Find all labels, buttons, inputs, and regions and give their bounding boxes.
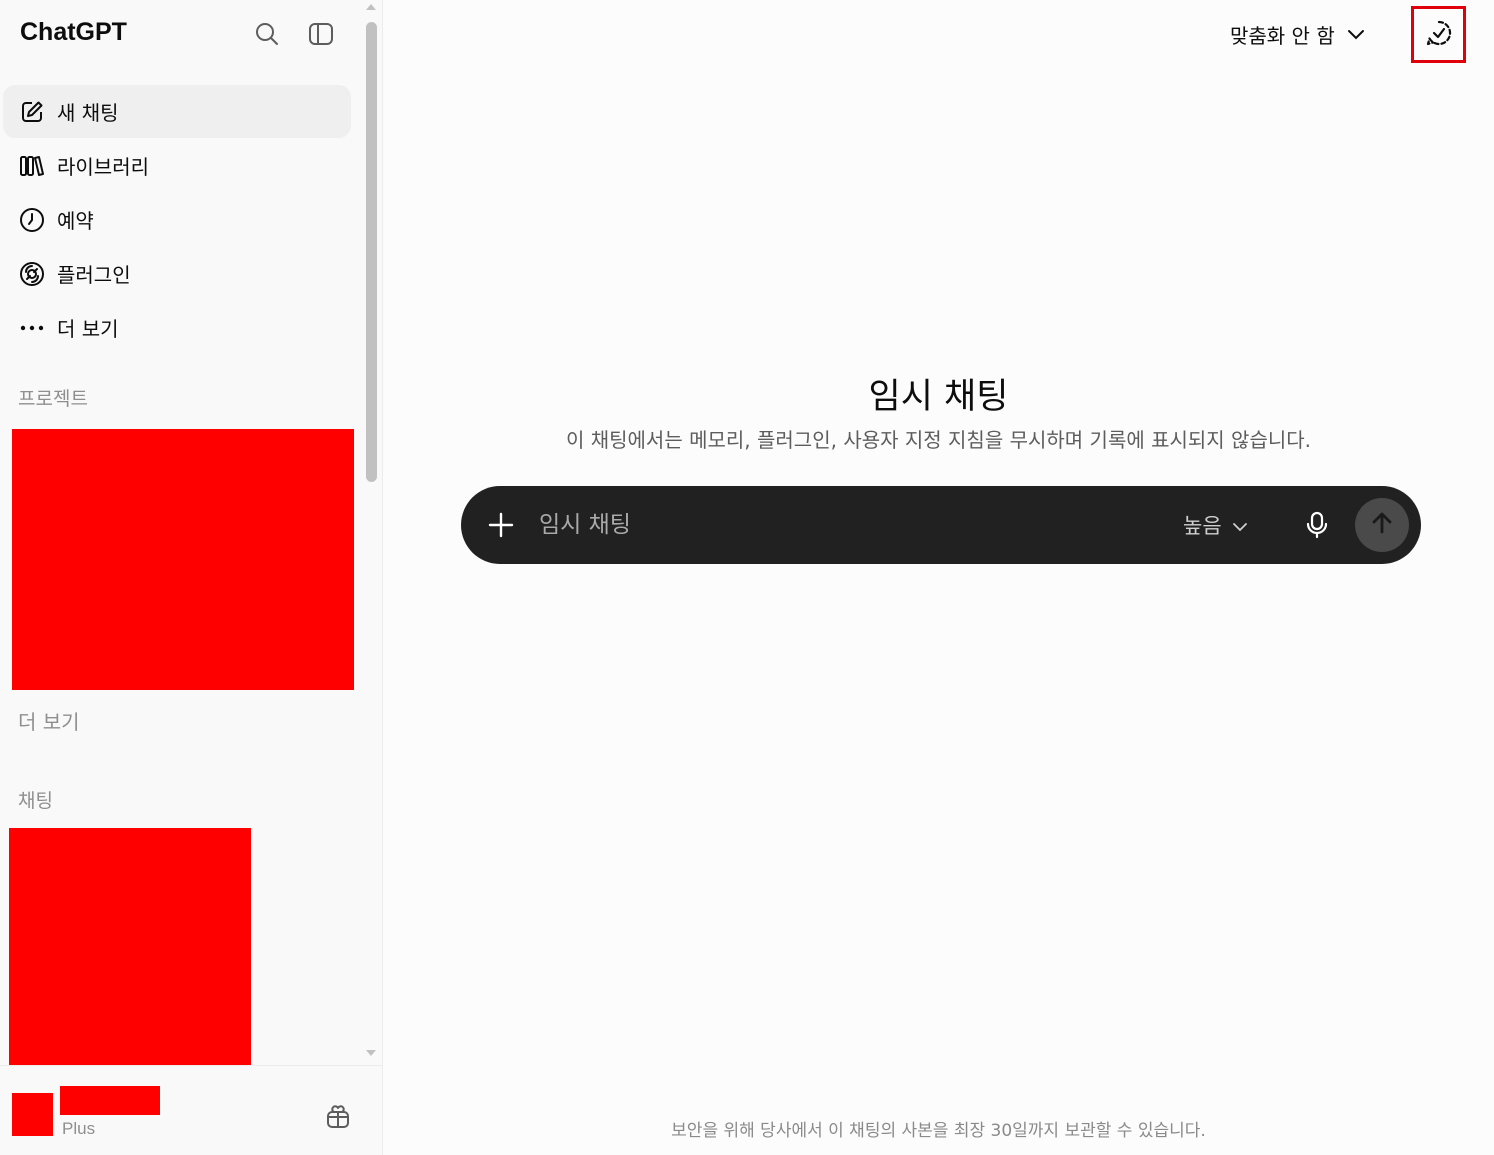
more-dots-icon — [19, 315, 45, 341]
temporary-chat-button[interactable] — [1411, 6, 1466, 63]
sidebar-item-label: 예약 — [57, 209, 94, 233]
scroll-down-arrow-icon[interactable] — [364, 1048, 378, 1058]
plan-badge: Plus — [62, 1119, 96, 1138]
avatar[interactable] — [12, 1093, 53, 1136]
footer-disclaimer: 보안을 위해 당사에서 이 채팅의 사본을 최장 30일까지 보관할 수 있습니… — [671, 1121, 1206, 1141]
sidebar-item-plugins[interactable]: 플러그인 — [3, 247, 351, 300]
chats-section-label: 채팅 — [18, 790, 53, 812]
page-title: 임시 채팅 — [868, 377, 1009, 417]
sidebar-item-scheduled[interactable]: 예약 — [3, 193, 351, 246]
chevron-down-icon — [1232, 513, 1248, 537]
effort-label: 높음 — [1183, 514, 1222, 538]
redacted-projects-list — [12, 429, 354, 690]
projects-more-link[interactable]: 더 보기 — [18, 706, 80, 735]
model-selector[interactable]: 맞춤화 안 함 — [1222, 14, 1373, 54]
sidebar-item-label: 라이브러리 — [57, 155, 149, 179]
sidebar-item-new-chat[interactable]: 새 채팅 — [3, 85, 351, 138]
sidebar: ChatGPT 새 채팅 라이브러리 예약 플러그인 더 보기 프로젝트 더 보… — [0, 0, 383, 1155]
microphone-icon[interactable] — [1299, 507, 1335, 543]
sidebar-item-library[interactable]: 라이브러리 — [3, 139, 351, 192]
sidebar-item-label: 더 보기 — [57, 317, 119, 341]
redacted-chat-history — [9, 828, 251, 1070]
arrow-up-icon — [1371, 511, 1393, 539]
sidebar-item-label: 새 채팅 — [57, 101, 119, 125]
plus-icon[interactable] — [483, 507, 519, 543]
brand-title[interactable]: ChatGPT — [20, 18, 127, 47]
scroll-up-arrow-icon[interactable] — [364, 2, 378, 12]
gift-icon[interactable] — [322, 1101, 354, 1133]
page-subtitle: 이 채팅에서는 메모리, 플러그인, 사용자 지정 지침을 무시하며 기록에 표… — [565, 428, 1312, 452]
redacted-username — [60, 1086, 160, 1115]
chat-input[interactable] — [539, 502, 1159, 548]
reasoning-effort-selector[interactable]: 높음 — [1183, 507, 1248, 543]
plugin-icon — [19, 261, 45, 287]
clock-icon — [19, 207, 45, 233]
projects-section-label: 프로젝트 — [18, 388, 88, 410]
edit-icon — [19, 99, 45, 125]
chevron-down-icon — [1347, 22, 1365, 46]
sidebar-item-label: 플러그인 — [57, 263, 131, 287]
sidebar-toggle-icon[interactable] — [305, 18, 337, 50]
sidebar-item-more[interactable]: 더 보기 — [3, 301, 351, 354]
scrollbar-thumb[interactable] — [366, 22, 377, 482]
model-label: 맞춤화 안 함 — [1230, 23, 1335, 48]
composer: 높음 — [461, 486, 1421, 564]
temporary-chat-icon — [1425, 19, 1453, 51]
send-button[interactable] — [1355, 498, 1409, 552]
search-icon[interactable] — [251, 18, 283, 50]
library-icon — [19, 153, 45, 179]
